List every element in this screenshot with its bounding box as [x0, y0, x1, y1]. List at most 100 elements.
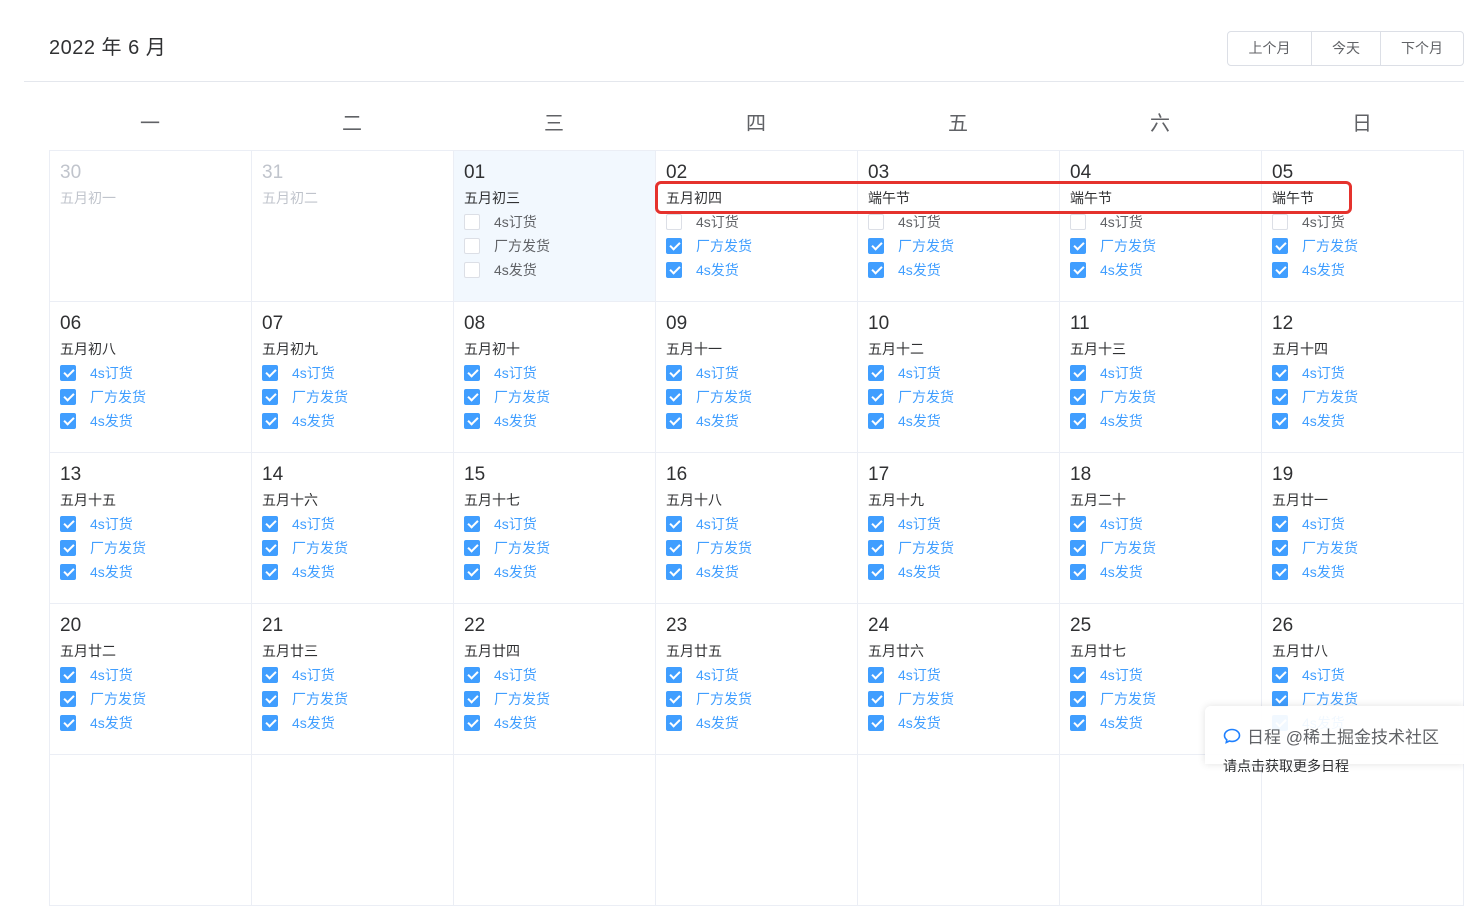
task-item[interactable]: 4s发货	[262, 409, 443, 433]
task-checkbox[interactable]	[60, 516, 76, 532]
task-item[interactable]: 4s发货	[1272, 560, 1453, 584]
task-checkbox[interactable]	[666, 691, 682, 707]
task-item[interactable]: 4s订货	[1272, 210, 1453, 234]
task-item[interactable]: 厂方发货	[1272, 234, 1453, 258]
task-item[interactable]: 4s订货	[464, 361, 645, 385]
calendar-day-cell[interactable]: 18 五月二十 4s订货 厂方发货 4s发货	[1060, 453, 1262, 604]
task-checkbox[interactable]	[1070, 715, 1086, 731]
task-checkbox[interactable]	[868, 667, 884, 683]
task-item[interactable]: 4s订货	[464, 210, 645, 234]
task-checkbox[interactable]	[1070, 691, 1086, 707]
calendar-day-cell[interactable]	[858, 755, 1060, 906]
task-checkbox[interactable]	[1272, 413, 1288, 429]
task-item[interactable]: 厂方发货	[464, 385, 645, 409]
task-checkbox[interactable]	[262, 389, 278, 405]
task-checkbox[interactable]	[1070, 262, 1086, 278]
task-checkbox[interactable]	[1272, 389, 1288, 405]
task-checkbox[interactable]	[868, 262, 884, 278]
task-item[interactable]: 厂方发货	[666, 687, 847, 711]
task-checkbox[interactable]	[60, 365, 76, 381]
calendar-day-cell[interactable]: 30 五月初一	[50, 151, 252, 302]
calendar-day-cell[interactable]: 07 五月初九 4s订货 厂方发货 4s发货	[252, 302, 454, 453]
task-item[interactable]: 4s订货	[666, 361, 847, 385]
calendar-day-cell[interactable]: 19 五月廿一 4s订货 厂方发货 4s发货	[1262, 453, 1464, 604]
task-checkbox[interactable]	[1272, 564, 1288, 580]
task-checkbox[interactable]	[1272, 214, 1288, 230]
calendar-day-cell[interactable]: 12 五月十四 4s订货 厂方发货 4s发货	[1262, 302, 1464, 453]
task-item[interactable]: 4s订货	[262, 361, 443, 385]
task-checkbox[interactable]	[666, 262, 682, 278]
task-checkbox[interactable]	[262, 691, 278, 707]
calendar-day-cell[interactable]: 03 端午节 4s订货 厂方发货 4s发货	[858, 151, 1060, 302]
task-item[interactable]: 4s发货	[666, 560, 847, 584]
task-checkbox[interactable]	[666, 540, 682, 556]
task-checkbox[interactable]	[868, 564, 884, 580]
task-checkbox[interactable]	[666, 238, 682, 254]
task-item[interactable]: 厂方发货	[262, 536, 443, 560]
task-checkbox[interactable]	[666, 516, 682, 532]
task-item[interactable]: 4s发货	[666, 711, 847, 735]
task-checkbox[interactable]	[464, 516, 480, 532]
task-item[interactable]: 4s发货	[1070, 258, 1251, 282]
task-checkbox[interactable]	[666, 365, 682, 381]
prev-month-button[interactable]: 上个月	[1228, 32, 1311, 65]
task-checkbox[interactable]	[60, 389, 76, 405]
task-item[interactable]: 厂方发货	[666, 234, 847, 258]
task-item[interactable]: 厂方发货	[262, 385, 443, 409]
task-item[interactable]: 4s发货	[868, 711, 1049, 735]
calendar-day-cell[interactable]: 08 五月初十 4s订货 厂方发货 4s发货	[454, 302, 656, 453]
task-checkbox[interactable]	[262, 564, 278, 580]
task-checkbox[interactable]	[1070, 365, 1086, 381]
task-checkbox[interactable]	[464, 262, 480, 278]
task-item[interactable]: 4s发货	[60, 711, 241, 735]
task-item[interactable]: 厂方发货	[60, 687, 241, 711]
task-item[interactable]: 厂方发货	[464, 536, 645, 560]
task-item[interactable]: 4s订货	[666, 663, 847, 687]
task-item[interactable]: 4s订货	[666, 512, 847, 536]
task-checkbox[interactable]	[464, 214, 480, 230]
task-item[interactable]: 4s订货	[262, 663, 443, 687]
calendar-day-cell[interactable]: 24 五月廿六 4s订货 厂方发货 4s发货	[858, 604, 1060, 755]
task-checkbox[interactable]	[868, 540, 884, 556]
task-item[interactable]: 4s订货	[262, 512, 443, 536]
task-item[interactable]: 厂方发货	[1070, 234, 1251, 258]
task-checkbox[interactable]	[868, 413, 884, 429]
calendar-day-cell[interactable]: 20 五月廿二 4s订货 厂方发货 4s发货	[50, 604, 252, 755]
task-checkbox[interactable]	[464, 564, 480, 580]
calendar-day-cell[interactable]	[1060, 755, 1262, 906]
task-item[interactable]: 厂方发货	[868, 385, 1049, 409]
task-checkbox[interactable]	[60, 691, 76, 707]
calendar-day-cell[interactable]: 05 端午节 4s订货 厂方发货 4s发货	[1262, 151, 1464, 302]
task-item[interactable]: 4s订货	[464, 512, 645, 536]
calendar-day-cell[interactable]: 16 五月十八 4s订货 厂方发货 4s发货	[656, 453, 858, 604]
calendar-day-cell[interactable]: 09 五月十一 4s订货 厂方发货 4s发货	[656, 302, 858, 453]
task-checkbox[interactable]	[1070, 389, 1086, 405]
task-checkbox[interactable]	[262, 365, 278, 381]
task-checkbox[interactable]	[60, 667, 76, 683]
task-item[interactable]: 4s订货	[1070, 663, 1251, 687]
task-item[interactable]: 厂方发货	[868, 536, 1049, 560]
calendar-day-cell[interactable]: 17 五月十九 4s订货 厂方发货 4s发货	[858, 453, 1060, 604]
task-item[interactable]: 4s发货	[868, 258, 1049, 282]
task-item[interactable]: 4s发货	[464, 409, 645, 433]
task-checkbox[interactable]	[464, 540, 480, 556]
task-item[interactable]: 厂方发货	[262, 687, 443, 711]
calendar-day-cell[interactable]	[454, 755, 656, 906]
task-item[interactable]: 4s订货	[1070, 361, 1251, 385]
task-checkbox[interactable]	[262, 715, 278, 731]
task-item[interactable]: 4s发货	[868, 560, 1049, 584]
calendar-day-cell[interactable]: 02 五月初四 4s订货 厂方发货 4s发货	[656, 151, 858, 302]
task-item[interactable]: 4s订货	[1272, 361, 1453, 385]
task-checkbox[interactable]	[464, 667, 480, 683]
task-item[interactable]: 厂方发货	[666, 385, 847, 409]
task-checkbox[interactable]	[464, 238, 480, 254]
task-checkbox[interactable]	[1070, 667, 1086, 683]
task-checkbox[interactable]	[666, 715, 682, 731]
task-checkbox[interactable]	[1272, 365, 1288, 381]
task-item[interactable]: 厂方发货	[1070, 536, 1251, 560]
task-item[interactable]: 4s订货	[1272, 663, 1453, 687]
today-button[interactable]: 今天	[1311, 32, 1380, 65]
task-checkbox[interactable]	[666, 413, 682, 429]
task-checkbox[interactable]	[464, 691, 480, 707]
task-item[interactable]: 厂方发货	[60, 385, 241, 409]
